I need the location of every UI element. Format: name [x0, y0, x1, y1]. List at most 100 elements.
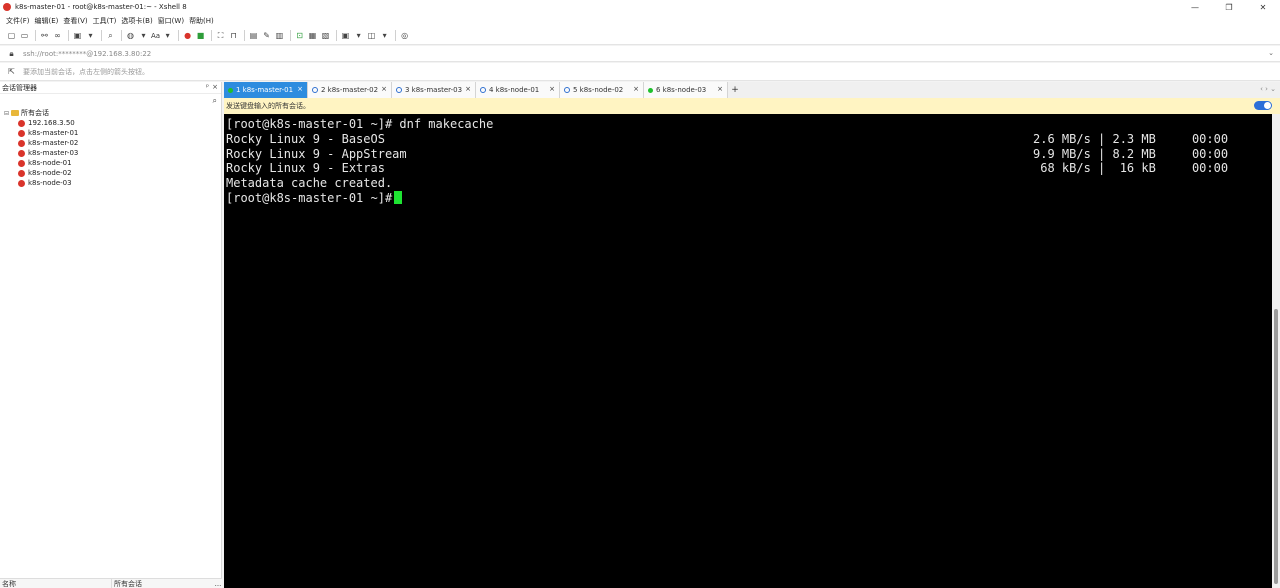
list-item[interactable]: k8s-master-01: [4, 128, 221, 138]
scrollbar-thumb[interactable]: [1274, 309, 1278, 584]
list-item[interactable]: k8s-node-01: [4, 158, 221, 168]
info-status-icon: [396, 87, 402, 93]
repo-name: Rocky Linux 9 - Extras: [226, 161, 385, 176]
layout-icon[interactable]: ▣: [340, 30, 351, 41]
close-icon[interactable]: ×: [633, 85, 639, 93]
tab-k8s-master-01[interactable]: 1 k8s-master-01 ×: [224, 82, 308, 98]
title-bar: k8s-master-01 - root@k8s-master-01:~ - X…: [0, 0, 1280, 14]
session-label: k8s-master-03: [28, 149, 79, 157]
terminal-line: Metadata cache created.: [226, 176, 1270, 191]
close-icon[interactable]: ×: [465, 85, 471, 93]
reconnect-icon[interactable]: ∞: [52, 30, 63, 41]
dropdown-icon[interactable]: ▾: [162, 30, 173, 41]
tab-k8s-master-03[interactable]: 3 k8s-master-03 ×: [392, 82, 476, 98]
tab-k8s-node-01[interactable]: 4 k8s-node-01 ×: [476, 82, 560, 98]
new-session-icon[interactable]: ▢: [6, 30, 17, 41]
close-icon[interactable]: ×: [717, 85, 723, 93]
list-item[interactable]: k8s-master-02: [4, 138, 221, 148]
list-item[interactable]: 192.168.3.50: [4, 118, 221, 128]
tab-navigation[interactable]: ‹ › ⌄: [1260, 85, 1276, 93]
info-status-icon: [564, 87, 570, 93]
terminal-scrollbar[interactable]: [1272, 114, 1280, 588]
repo-name: Rocky Linux 9 - AppStream: [226, 146, 407, 161]
compose-toggle[interactable]: [1254, 101, 1272, 110]
list-item[interactable]: k8s-master-03: [4, 148, 221, 158]
script-icon[interactable]: ⊡: [294, 30, 305, 41]
close-icon[interactable]: ×: [381, 85, 387, 93]
highlight-icon[interactable]: ▦: [307, 30, 318, 41]
menu-window[interactable]: 窗口(W): [158, 16, 184, 26]
dropdown-icon[interactable]: ▾: [379, 30, 390, 41]
compose-bar: 发送键盘输入的所有会话。: [224, 98, 1280, 114]
collapse-icon[interactable]: ⊟: [4, 110, 11, 117]
keyboard-icon[interactable]: ▤: [248, 30, 259, 41]
tree-root[interactable]: ⊟ 所有会话: [4, 108, 221, 118]
terminal-line: Rocky Linux 9 - AppStream 9.9 MB/s | 8.2 …: [226, 147, 1270, 162]
prompt: [root@k8s-master-01 ~]#: [226, 117, 393, 131]
session-label: k8s-node-02: [28, 169, 72, 177]
info-status-icon: [480, 87, 486, 93]
session-icon: [18, 159, 25, 167]
address-input[interactable]: [23, 49, 623, 58]
font-button[interactable]: Aa: [151, 32, 160, 40]
compose-icon[interactable]: ✎: [261, 30, 272, 41]
terminal[interactable]: [root@k8s-master-01 ~]# dnf makecache Ro…: [224, 114, 1272, 588]
menu-edit[interactable]: 编辑(E): [35, 16, 59, 26]
panel-header: 会话管理器 ᵖ ×: [0, 82, 221, 94]
dropdown-icon[interactable]: ▾: [353, 30, 364, 41]
menu-tabs[interactable]: 选项卡(B): [121, 16, 152, 26]
close-button[interactable]: ✕: [1246, 0, 1280, 14]
menu-file[interactable]: 文件(F): [6, 16, 30, 26]
close-icon[interactable]: ×: [549, 85, 555, 93]
more-button[interactable]: ...: [214, 580, 222, 588]
pin-icon[interactable]: ᵖ: [206, 83, 209, 91]
tab-strip: 1 k8s-master-01 × 2 k8s-master-02 × 3 k8…: [224, 82, 1280, 98]
minimize-button[interactable]: —: [1178, 0, 1212, 14]
help-icon[interactable]: ◎: [399, 30, 410, 41]
lock-icon[interactable]: ⊓: [228, 30, 239, 41]
xshell-icon[interactable]: ●: [182, 30, 193, 41]
close-icon[interactable]: ×: [212, 83, 218, 91]
add-session-arrow-icon[interactable]: ⇱: [6, 66, 17, 77]
menu-tools[interactable]: 工具(T): [93, 16, 117, 26]
tab-k8s-node-03[interactable]: 6 k8s-node-03 ×: [644, 82, 728, 98]
session-icon: [18, 129, 25, 137]
add-tab-button[interactable]: +: [728, 82, 742, 98]
list-item[interactable]: k8s-node-03: [4, 178, 221, 188]
lock-icon: 🔒︎: [9, 48, 14, 58]
dropdown-icon[interactable]: ▾: [85, 30, 96, 41]
repo-stats: 2.6 MB/s | 2.3 MB 00:00: [1033, 131, 1229, 146]
session-icon: [18, 149, 25, 157]
session-label: k8s-node-03: [28, 179, 72, 187]
menu-help[interactable]: 帮助(H): [189, 16, 214, 26]
search-icon[interactable]: ⌕: [105, 30, 116, 41]
close-icon[interactable]: ×: [297, 85, 303, 93]
fullscreen-icon[interactable]: ⛶: [215, 30, 226, 41]
xshell-logo-icon: [3, 3, 11, 11]
hint-text: 要添加当前会话，点击左侧的箭头按钮。: [23, 67, 149, 76]
connected-status-icon: [228, 87, 233, 93]
tree-root-label: 所有会话: [21, 109, 49, 117]
command: dnf makecache: [399, 117, 494, 131]
transfer-icon[interactable]: ▥: [274, 30, 285, 41]
session-tree: ⊟ 所有会话 192.168.3.50 k8s-master-01 k8s-ma…: [0, 108, 221, 188]
xftp-icon[interactable]: ■: [195, 30, 206, 41]
new-tab-icon[interactable]: ▣: [72, 30, 83, 41]
search-icon[interactable]: ⌕: [213, 96, 217, 106]
panel-footer: 名称 所有会话 ...: [0, 578, 222, 588]
disconnect-icon[interactable]: ⚯: [39, 30, 50, 41]
restore-button[interactable]: ❐: [1212, 0, 1246, 14]
session-label: k8s-master-02: [28, 139, 79, 147]
chevron-down-icon[interactable]: ⌄: [1268, 49, 1274, 57]
tab-k8s-master-02[interactable]: 2 k8s-master-02 ×: [308, 82, 392, 98]
tab-k8s-node-02[interactable]: 5 k8s-node-02 ×: [560, 82, 644, 98]
open-folder-icon[interactable]: ▭: [19, 30, 30, 41]
dropdown-icon[interactable]: ▾: [138, 30, 149, 41]
list-item[interactable]: k8s-node-02: [4, 168, 221, 178]
footer-name-label: 名称: [0, 578, 112, 588]
info-status-icon: [312, 87, 318, 93]
notes-icon[interactable]: ▧: [320, 30, 331, 41]
split-icon[interactable]: ◫: [366, 30, 377, 41]
globe-icon[interactable]: ◍: [125, 30, 136, 41]
menu-view[interactable]: 查看(V): [63, 16, 87, 26]
